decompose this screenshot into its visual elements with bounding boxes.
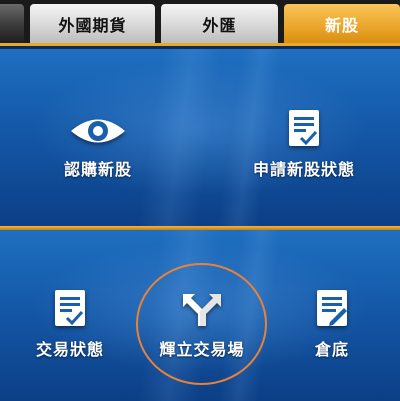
- positions-button[interactable]: 倉底: [297, 288, 367, 360]
- tab-overflow[interactable]: [0, 4, 24, 43]
- subscribe-new-shares-label: 認購新股: [63, 160, 132, 179]
- trade-status-label: 交易狀態: [35, 340, 104, 359]
- subscribe-new-shares-button[interactable]: 認購新股: [56, 114, 140, 180]
- eye-icon: [71, 119, 125, 143]
- tab-new-shares[interactable]: 新股: [284, 4, 400, 43]
- tab-bar: 外國期貨 外匯 新股: [0, 0, 400, 46]
- trade-status-button[interactable]: 交易狀態: [30, 288, 110, 360]
- positions-label: 倉底: [314, 340, 349, 359]
- tab-forex[interactable]: 外匯: [161, 4, 278, 43]
- document-check-icon: [289, 110, 319, 146]
- document-pen-icon: [317, 290, 347, 326]
- tab-foreign-futures[interactable]: 外國期貨: [30, 4, 155, 43]
- highlight-circle: [136, 263, 267, 385]
- document-check-icon: [55, 290, 85, 326]
- new-share-status-label: 申請新股狀態: [252, 160, 355, 179]
- new-share-status-button[interactable]: 申請新股狀態: [249, 108, 359, 180]
